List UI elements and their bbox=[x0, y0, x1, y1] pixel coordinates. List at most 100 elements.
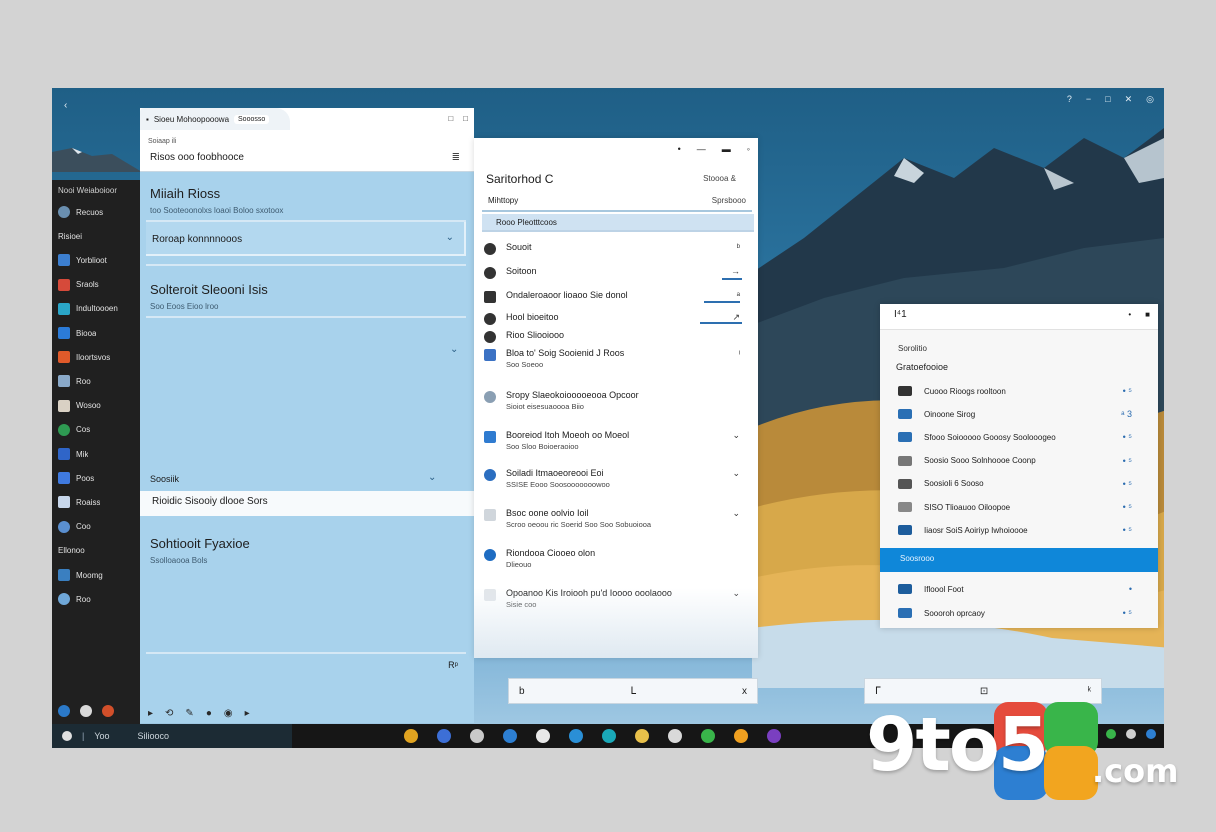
settings-row[interactable]: Cuooo Rioogs rooltoon • ⁵ bbox=[898, 386, 1148, 396]
sidebar-item[interactable]: Roo bbox=[58, 373, 138, 389]
taskbar-app-icon[interactable] bbox=[767, 729, 781, 743]
list-item[interactable]: Soitoon → bbox=[484, 266, 750, 279]
sidebar-item[interactable]: Recuos bbox=[58, 204, 138, 220]
chevron-down-icon[interactable]: ⌄ bbox=[428, 472, 436, 483]
taskbar-app-icon[interactable] bbox=[569, 729, 583, 743]
toolbar-icon[interactable]: ✎ bbox=[185, 708, 193, 719]
sidebar-bottom-icon[interactable] bbox=[58, 705, 70, 717]
sidebar-item[interactable]: Indultoooen bbox=[58, 301, 138, 317]
window-button[interactable]: — bbox=[697, 144, 706, 154]
settings-row-toggle[interactable]: • ⁵ bbox=[1123, 386, 1132, 396]
settings-row[interactable]: Soooroh oprcaoy • ⁵ bbox=[898, 608, 1148, 618]
sidebar-bottom-icon[interactable] bbox=[102, 705, 114, 717]
slider-track[interactable] bbox=[722, 278, 742, 280]
sidebar-item[interactable]: Sraols bbox=[58, 277, 138, 293]
settings-row[interactable]: Soosioli 6 Sooso • ⁵ bbox=[898, 478, 1148, 489]
list-item[interactable]: Soiladi Itmaoeoreooi Eoi SSISE Eooo Sooso… bbox=[484, 468, 750, 490]
sidebar-bottom-icon[interactable] bbox=[80, 705, 92, 717]
settings-row-toggle[interactable]: • ⁵ bbox=[1123, 456, 1132, 466]
tab-main[interactable]: ▪ Sioeu Mohoopooowa Sooosso bbox=[140, 108, 290, 130]
desktop-top-icon[interactable]: ? bbox=[1067, 94, 1072, 105]
input-bar-1[interactable]: b ᒪ x bbox=[508, 678, 758, 704]
sidebar-item[interactable]: Roaiss bbox=[58, 494, 138, 510]
settings-row[interactable]: Sfooo Soiooooo Gooosy Soolooogeo • ⁵ bbox=[898, 432, 1148, 443]
settings-row-toggle[interactable]: ᵃ 3 bbox=[1121, 409, 1132, 419]
window-button-1[interactable]: □ bbox=[448, 114, 453, 123]
list-icon[interactable]: ≣ bbox=[452, 152, 460, 163]
sidebar-item[interactable]: Poos bbox=[58, 470, 138, 486]
selected-row[interactable]: Soosrooo bbox=[880, 548, 1158, 572]
chevron-down-icon[interactable]: ⌄ bbox=[450, 344, 458, 355]
list-item-action-icon[interactable]: ⌄ bbox=[732, 430, 740, 441]
toolbar-icon[interactable]: ● bbox=[206, 708, 212, 719]
slider-track[interactable] bbox=[700, 322, 742, 324]
window-button-2[interactable]: □ bbox=[463, 114, 468, 123]
settings-row[interactable]: Oinoone Sirog ᵃ 3 bbox=[898, 409, 1148, 420]
input-bar-1-close[interactable]: x bbox=[742, 686, 747, 697]
input-bar-2-icon[interactable]: ⊡ bbox=[980, 686, 988, 697]
sidebar-item[interactable]: Coo bbox=[58, 519, 138, 535]
toolbar-icon[interactable]: ▸ bbox=[148, 708, 153, 719]
slider-track[interactable] bbox=[704, 301, 740, 303]
sidebar-item[interactable]: Iloortsvos bbox=[58, 349, 138, 365]
sidebar-item[interactable]: Wosoo bbox=[58, 398, 138, 414]
desktop-top-icon[interactable]: □ bbox=[1105, 94, 1110, 105]
window-button[interactable]: ◦ bbox=[747, 144, 750, 154]
window-button[interactable]: ▬ bbox=[722, 144, 731, 154]
search-input[interactable]: Risos ooo foobhooce bbox=[150, 152, 244, 163]
settings-row[interactable]: Ifloool Foot • bbox=[898, 584, 1148, 594]
taskbar-app-icon[interactable] bbox=[734, 729, 748, 743]
input-bar-2-right[interactable]: ᵏ bbox=[1088, 686, 1091, 697]
list-item-action-icon[interactable]: → bbox=[731, 266, 740, 276]
settings-row[interactable]: Soosio Sooo Solnhoooe Coonp • ⁵ bbox=[898, 455, 1148, 466]
list-item[interactable]: Rioo Sliooiooo bbox=[484, 330, 750, 343]
list-item[interactable]: Riondooa Ciooeo olon Dlieouo bbox=[484, 548, 750, 570]
settings-row-toggle[interactable]: • ⁵ bbox=[1123, 432, 1132, 442]
settings-row-toggle[interactable]: • ⁵ bbox=[1123, 479, 1132, 489]
input-bar-1-icon[interactable]: ᒪ bbox=[630, 686, 636, 697]
list-item[interactable]: Sropy Slaeokoiooooeooa Opcoor Sioiot eise… bbox=[484, 390, 750, 412]
highlighted-row[interactable]: Rooo Pleotttcoos bbox=[482, 214, 754, 232]
sidebar-item[interactable]: Moomg bbox=[58, 567, 138, 583]
tab-close-button[interactable]: Sooosso bbox=[234, 114, 270, 124]
settings-row[interactable]: Iiaosr SoiS Aoiriyp Iwhoioooe • ⁵ bbox=[898, 525, 1148, 536]
settings-row-toggle[interactable]: • ⁵ bbox=[1123, 608, 1132, 618]
desktop-top-icon[interactable]: ✕ bbox=[1125, 94, 1133, 105]
sidebar-item[interactable]: Yorblioot bbox=[58, 252, 138, 268]
list-item-action-icon[interactable]: ⌄ bbox=[732, 508, 740, 519]
desktop-top-icon[interactable]: ◎ bbox=[1146, 94, 1154, 105]
chevron-down-icon[interactable]: ⌄ bbox=[446, 232, 454, 243]
window-button[interactable]: • bbox=[678, 144, 681, 154]
settings-row-toggle[interactable]: • bbox=[1129, 584, 1132, 594]
window-button-1[interactable]: • bbox=[1128, 310, 1131, 319]
taskbar-app-icon[interactable] bbox=[470, 729, 484, 743]
list-item[interactable]: Bsoc oone oolvio Ioil Scroo oeoou ric Soe… bbox=[484, 508, 750, 530]
taskbar-app-icon[interactable] bbox=[701, 729, 715, 743]
sidebar-item[interactable]: Roo bbox=[58, 591, 138, 607]
settings-row-toggle[interactable]: • ⁵ bbox=[1123, 525, 1132, 535]
toolbar-icon[interactable]: ◉ bbox=[224, 708, 233, 719]
list-item-action-icon[interactable]: ᵎ bbox=[739, 348, 740, 358]
subtitle-right[interactable]: Sprsbooo bbox=[712, 196, 746, 205]
row-card-1[interactable]: Roroap konnnnooos ⌄ bbox=[146, 222, 466, 256]
window-button-2[interactable]: ■ bbox=[1145, 310, 1150, 319]
back-arrow-icon[interactable]: ‹ bbox=[64, 100, 67, 111]
list-item-action-icon[interactable]: ⌄ bbox=[732, 468, 740, 479]
list-item-action-icon[interactable]: ᵇ bbox=[737, 242, 740, 252]
taskbar-app-icon[interactable] bbox=[602, 729, 616, 743]
taskbar-app-icon[interactable] bbox=[668, 729, 682, 743]
taskbar-app-icon[interactable] bbox=[437, 729, 451, 743]
desktop-top-icon[interactable]: − bbox=[1086, 94, 1091, 105]
settings-row-toggle[interactable]: • ⁵ bbox=[1123, 502, 1132, 512]
list-item-action-icon[interactable]: ᵃ bbox=[737, 290, 740, 300]
title-right-label[interactable]: Stoooa & bbox=[703, 174, 736, 183]
settings-row[interactable]: SISO Tlioauoo Oiloopoe • ⁵ bbox=[898, 502, 1148, 512]
sidebar-item[interactable]: Cos bbox=[58, 422, 138, 438]
text-field[interactable]: Rioidic Sisooiy dlooe Sors bbox=[140, 491, 474, 516]
start-label[interactable]: Yoo bbox=[94, 731, 109, 741]
taskbar-search[interactable]: Siliooco bbox=[138, 731, 170, 741]
sidebar-item[interactable]: Mik bbox=[58, 446, 138, 462]
toolbar-icon[interactable]: ▸ bbox=[245, 708, 250, 719]
taskbar-app-icon[interactable] bbox=[503, 729, 517, 743]
list-item[interactable]: Bloa to' Soig Sooienid J Roos Soo Soeoo ᵎ bbox=[484, 348, 750, 370]
